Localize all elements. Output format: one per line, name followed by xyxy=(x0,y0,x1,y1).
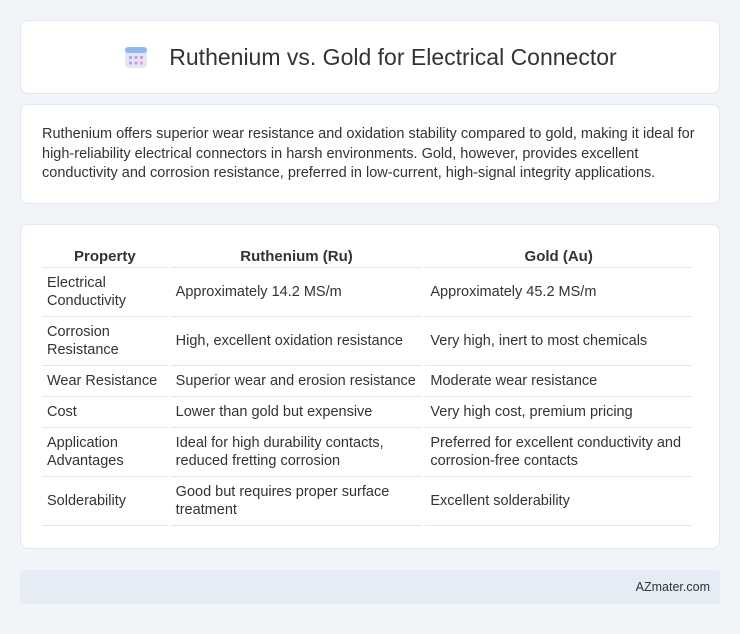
table-row: Corrosion Resistance High, excellent oxi… xyxy=(42,317,692,366)
cell-ruthenium: Superior wear and erosion resistance xyxy=(170,366,423,397)
table-row: Cost Lower than gold but expensive Very … xyxy=(42,397,692,428)
cell-ruthenium: Approximately 14.2 MS/m xyxy=(170,268,423,317)
calendar-icon xyxy=(125,47,148,68)
cell-property: Solderability xyxy=(42,477,168,526)
summary-card: Ruthenium offers superior wear resistanc… xyxy=(20,104,720,204)
column-header-gold: Gold (Au) xyxy=(425,245,692,268)
cell-property: Corrosion Resistance xyxy=(42,317,168,366)
cell-property: Application Advantages xyxy=(42,428,168,477)
column-header-property: Property xyxy=(42,245,168,268)
footer: AZmater.com xyxy=(20,570,720,604)
cell-ruthenium: Ideal for high durability contacts, redu… xyxy=(170,428,423,477)
footer-site-name: AZmater.com xyxy=(635,580,710,594)
summary-text: Ruthenium offers superior wear resistanc… xyxy=(42,126,695,181)
title-card: Ruthenium vs. Gold for Electrical Connec… xyxy=(20,20,720,94)
cell-gold: Preferred for excellent conductivity and… xyxy=(425,428,692,477)
cell-ruthenium: High, excellent oxidation resistance xyxy=(170,317,423,366)
page-title: Ruthenium vs. Gold for Electrical Connec… xyxy=(169,43,617,70)
cell-gold: Very high cost, premium pricing xyxy=(425,397,692,428)
comparison-table: Property Ruthenium (Ru) Gold (Au) Electr… xyxy=(39,245,695,526)
table-row: Application Advantages Ideal for high du… xyxy=(42,428,692,477)
cell-property: Electrical Conductivity xyxy=(42,268,168,317)
cell-gold: Moderate wear resistance xyxy=(425,366,692,397)
table-row: Solderability Good but requires proper s… xyxy=(42,477,692,526)
cell-property: Cost xyxy=(42,397,168,428)
cell-property: Wear Resistance xyxy=(42,366,168,397)
cell-gold: Approximately 45.2 MS/m xyxy=(425,268,692,317)
cell-ruthenium: Good but requires proper surface treatme… xyxy=(170,477,423,526)
cell-gold: Very high, inert to most chemicals xyxy=(425,317,692,366)
cell-ruthenium: Lower than gold but expensive xyxy=(170,397,423,428)
column-header-ruthenium: Ruthenium (Ru) xyxy=(170,245,423,268)
table-card: Property Ruthenium (Ru) Gold (Au) Electr… xyxy=(20,224,720,549)
table-row: Wear Resistance Superior wear and erosio… xyxy=(42,366,692,397)
table-header-row: Property Ruthenium (Ru) Gold (Au) xyxy=(42,245,692,268)
table-row: Electrical Conductivity Approximately 14… xyxy=(42,268,692,317)
cell-gold: Excellent solderability xyxy=(425,477,692,526)
